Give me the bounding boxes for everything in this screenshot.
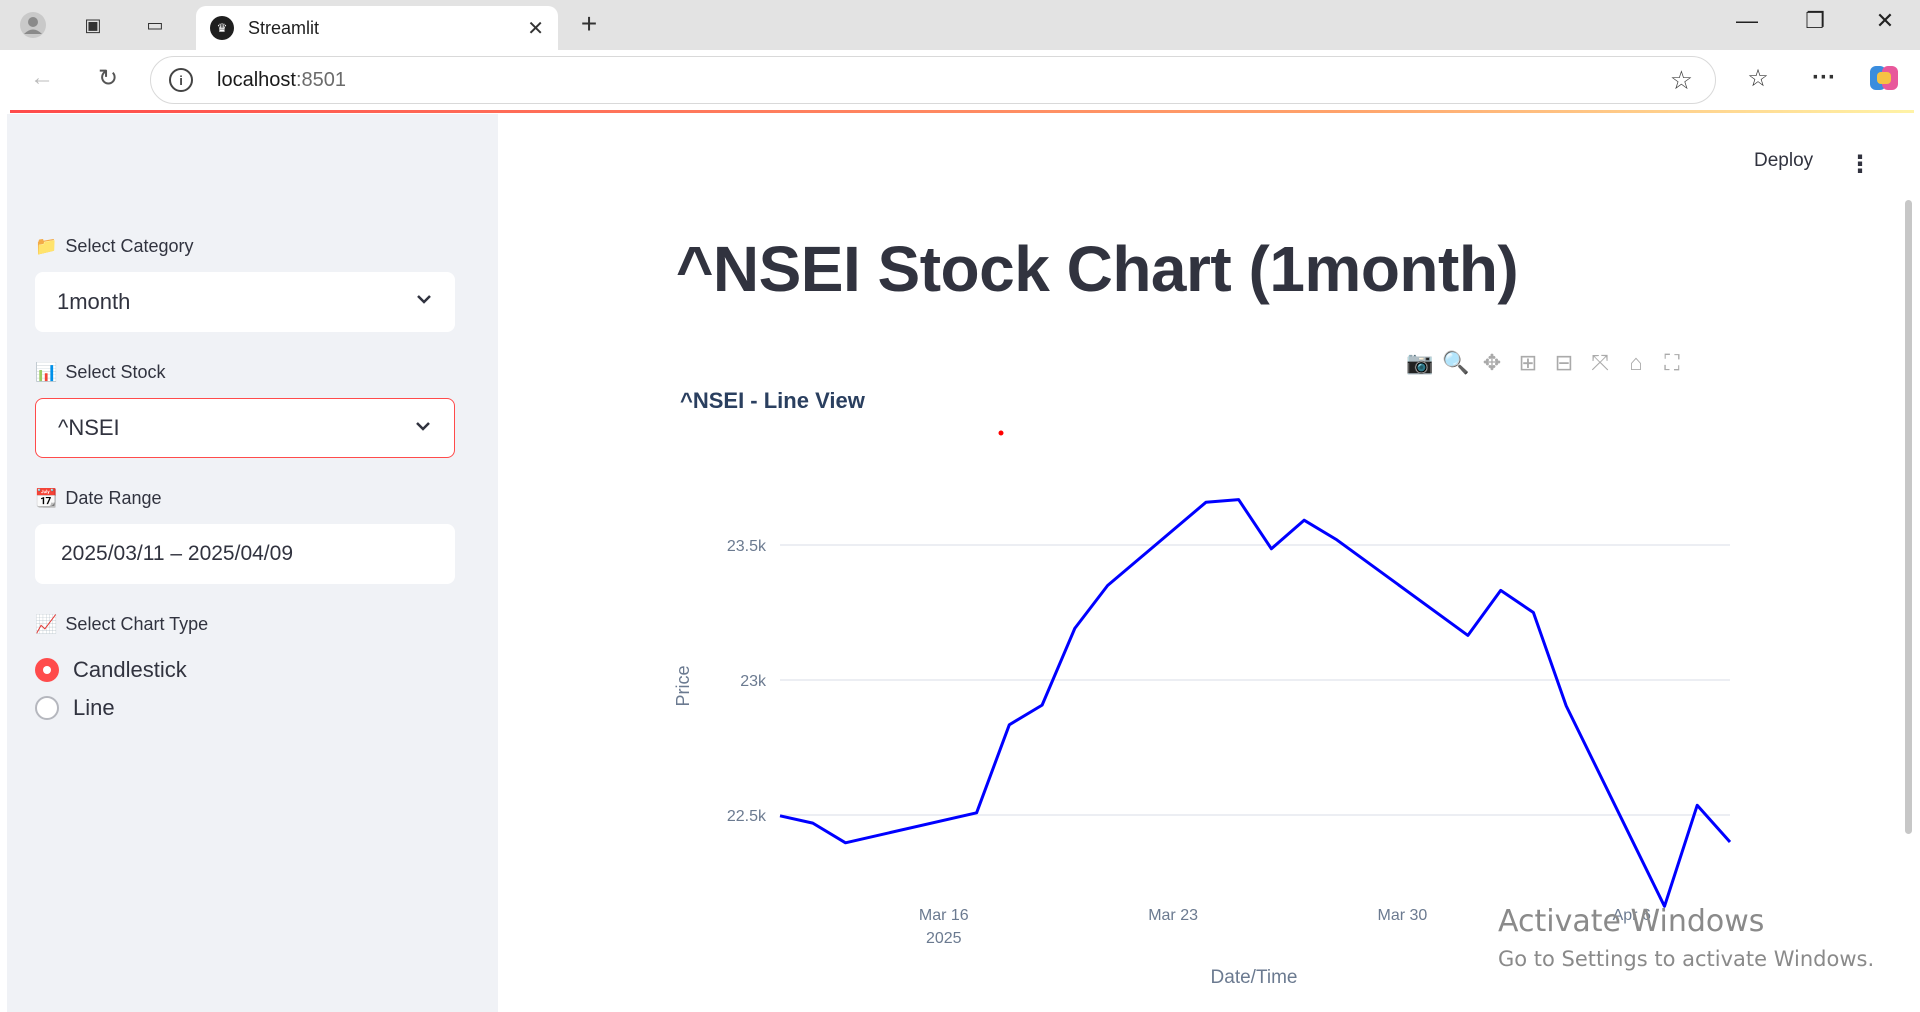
fullscreen-icon[interactable]: ⛶ bbox=[1654, 350, 1690, 376]
calendar-icon: 📆 bbox=[35, 488, 58, 508]
minimize-icon[interactable]: — bbox=[1717, 8, 1777, 34]
y-tick-label: 22.5k bbox=[727, 808, 767, 825]
stock-select-value: ^NSEI bbox=[58, 415, 120, 440]
main-menu-icon[interactable]: ⋮ bbox=[1848, 150, 1872, 179]
date-range-input[interactable]: 2025/03/11 – 2025/04/09 bbox=[35, 524, 455, 584]
restore-icon[interactable]: ❐ bbox=[1785, 8, 1845, 34]
gridlines bbox=[780, 544, 1730, 816]
autoscale-icon[interactable]: ⤧ bbox=[1582, 350, 1618, 376]
reload-icon[interactable]: ↻ bbox=[90, 64, 126, 93]
back-icon[interactable]: ← bbox=[24, 64, 60, 92]
favorite-star-icon[interactable]: ☆ bbox=[1670, 65, 1693, 96]
radio-line[interactable]: Line bbox=[35, 695, 115, 721]
watermark-line-2: Go to Settings to activate Windows. bbox=[1498, 947, 1875, 971]
x-tick-label: Mar 30 bbox=[1378, 907, 1428, 924]
url-port: :8501 bbox=[295, 68, 346, 91]
stock-select[interactable]: ^NSEI bbox=[35, 398, 455, 458]
zoom-out-icon[interactable]: ⊟ bbox=[1546, 350, 1582, 376]
bar-chart-icon: 📊 bbox=[35, 362, 58, 382]
cursor-marker bbox=[998, 430, 1004, 436]
line-chart-icon: 📈 bbox=[35, 614, 58, 634]
zoom-in-icon[interactable]: ⊞ bbox=[1510, 350, 1546, 376]
address-bar[interactable]: i localhost:8501 ☆ bbox=[150, 56, 1716, 104]
watermark-line-1: Activate Windows bbox=[1498, 904, 1765, 939]
tab-title: Streamlit bbox=[248, 17, 320, 38]
radio-selected-icon[interactable] bbox=[35, 658, 59, 682]
new-tab-icon[interactable]: + bbox=[572, 8, 606, 40]
x-tick-year-label: 2025 bbox=[926, 930, 962, 947]
x-tick-label: Mar 16 bbox=[919, 907, 969, 924]
workspaces-icon[interactable]: ▣ bbox=[74, 0, 112, 50]
date-range-label: 📆 Date Range bbox=[35, 488, 162, 508]
close-window-icon[interactable]: ✕ bbox=[1855, 8, 1915, 34]
radio-unselected-icon[interactable] bbox=[35, 696, 59, 720]
scrollbar[interactable] bbox=[1905, 200, 1912, 834]
category-label: 📁 Select Category bbox=[35, 236, 194, 256]
windows-activation-watermark: Activate Windows Go to Settings to activ… bbox=[1498, 904, 1874, 971]
y-tick-label: 23k bbox=[740, 673, 767, 690]
copilot-icon[interactable] bbox=[1866, 62, 1902, 101]
x-tick-label: Mar 23 bbox=[1148, 907, 1198, 924]
loading-progress-bar bbox=[10, 110, 1914, 113]
chevron-down-icon bbox=[417, 295, 431, 304]
profile-icon[interactable] bbox=[14, 0, 52, 50]
date-range-value: 2025/03/11 – 2025/04/09 bbox=[61, 542, 293, 565]
y-tick-labels: 22.5k 23k 23.5k bbox=[727, 538, 767, 825]
pan-icon[interactable]: ✥ bbox=[1474, 350, 1510, 376]
tab-actions-icon[interactable]: ▭ bbox=[136, 0, 174, 50]
chart-type-label: 📈 Select Chart Type bbox=[35, 614, 209, 634]
camera-icon[interactable]: 📷 bbox=[1402, 350, 1438, 376]
browser-tab[interactable]: ♛ Streamlit ✕ bbox=[196, 6, 558, 50]
url-host: localhost bbox=[217, 68, 296, 91]
page-title: ^NSEI Stock Chart (1month) bbox=[676, 233, 1519, 305]
home-icon[interactable]: ⌂ bbox=[1618, 350, 1654, 376]
favorites-icon[interactable]: ☆ bbox=[1740, 64, 1776, 93]
folder-icon: 📁 bbox=[35, 236, 58, 256]
radio-candlestick-label: Candlestick bbox=[73, 657, 187, 682]
deploy-button[interactable]: Deploy bbox=[1754, 150, 1813, 172]
radio-line-label: Line bbox=[73, 695, 115, 720]
x-axis-label: Date/Time bbox=[1211, 967, 1298, 988]
y-tick-label: 23.5k bbox=[727, 538, 767, 555]
zoom-icon[interactable]: 🔍 bbox=[1438, 350, 1474, 376]
chart-modebar: 📷 🔍 ✥ ⊞ ⊟ ⤧ ⌂ ⛶ bbox=[1402, 346, 1690, 380]
chevron-down-icon bbox=[416, 422, 430, 431]
radio-candlestick[interactable]: Candlestick bbox=[35, 657, 187, 683]
streamlit-favicon-icon: ♛ bbox=[210, 16, 234, 40]
stock-label: 📊 Select Stock bbox=[35, 362, 166, 382]
browser-tab-bar: ▣ ▭ ♛ Streamlit ✕ + — ❐ ✕ bbox=[0, 0, 1920, 50]
close-tab-icon[interactable]: ✕ bbox=[527, 16, 544, 41]
category-select[interactable]: 1month bbox=[35, 272, 455, 332]
price-line[interactable] bbox=[779, 498, 1732, 908]
y-axis-label: Price bbox=[673, 665, 693, 706]
site-info-icon[interactable]: i bbox=[169, 68, 193, 92]
category-select-value: 1month bbox=[57, 289, 131, 314]
more-options-icon[interactable]: ··· bbox=[1806, 64, 1842, 92]
